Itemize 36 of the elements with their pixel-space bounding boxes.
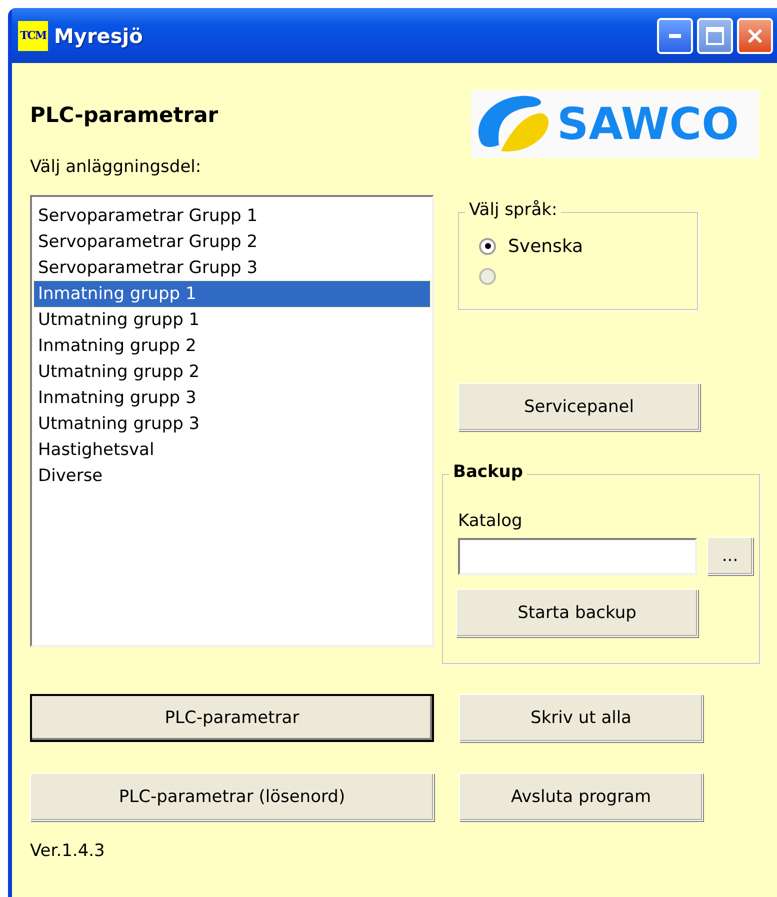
app-icon: TCM xyxy=(18,20,48,50)
start-backup-button[interactable]: Starta backup xyxy=(456,589,698,637)
browse-button[interactable]: ... xyxy=(707,537,753,575)
version-label: Ver.1.4.3 xyxy=(30,841,106,861)
group-title: Backup xyxy=(449,462,528,482)
maximize-button[interactable] xyxy=(697,18,733,54)
minimize-button[interactable] xyxy=(657,18,693,54)
action-button[interactable]: Skriv ut alla xyxy=(459,694,703,742)
action-button[interactable]: PLC-parametrar (lösenord) xyxy=(30,773,434,821)
action-button[interactable]: Avsluta program xyxy=(459,773,703,821)
list-item[interactable]: Diverse xyxy=(34,463,430,489)
list-item[interactable]: Servoparametrar Grupp 1 xyxy=(34,203,430,229)
action-button[interactable]: PLC-parametrar xyxy=(30,694,434,742)
logo-text: SAWCO xyxy=(557,98,739,150)
close-icon xyxy=(747,28,763,44)
service-button[interactable]: Servicepanel xyxy=(458,383,700,431)
field-label: Katalog xyxy=(458,511,524,531)
list-item[interactable]: Utmatning grupp 2 xyxy=(34,359,430,385)
close-button[interactable] xyxy=(737,18,773,54)
minimize-icon xyxy=(669,34,681,38)
list-item[interactable]: Inmatning grupp 1 xyxy=(34,281,430,307)
list-label: Välj anläggningsdel: xyxy=(30,157,202,177)
window-title: Myresjö xyxy=(54,24,144,48)
radio-label: Svenska xyxy=(508,236,584,256)
maximize-icon xyxy=(706,26,724,44)
directory-field[interactable] xyxy=(458,538,697,574)
list-item[interactable]: Inmatning grupp 2 xyxy=(34,333,430,359)
list-item[interactable]: Servoparametrar Grupp 3 xyxy=(34,255,430,281)
group-title: Välj språk: xyxy=(465,200,562,220)
list-item[interactable]: Hastighetsval xyxy=(34,437,430,463)
list-item[interactable]: Utmatning grupp 3 xyxy=(34,411,430,437)
list-item[interactable]: Inmatning grupp 3 xyxy=(34,385,430,411)
list-item[interactable]: Utmatning grupp 1 xyxy=(34,307,430,333)
list-item[interactable]: Servoparametrar Grupp 2 xyxy=(34,229,430,255)
heading: PLC-parametrar xyxy=(30,103,220,127)
radio-button[interactable] xyxy=(479,238,496,254)
